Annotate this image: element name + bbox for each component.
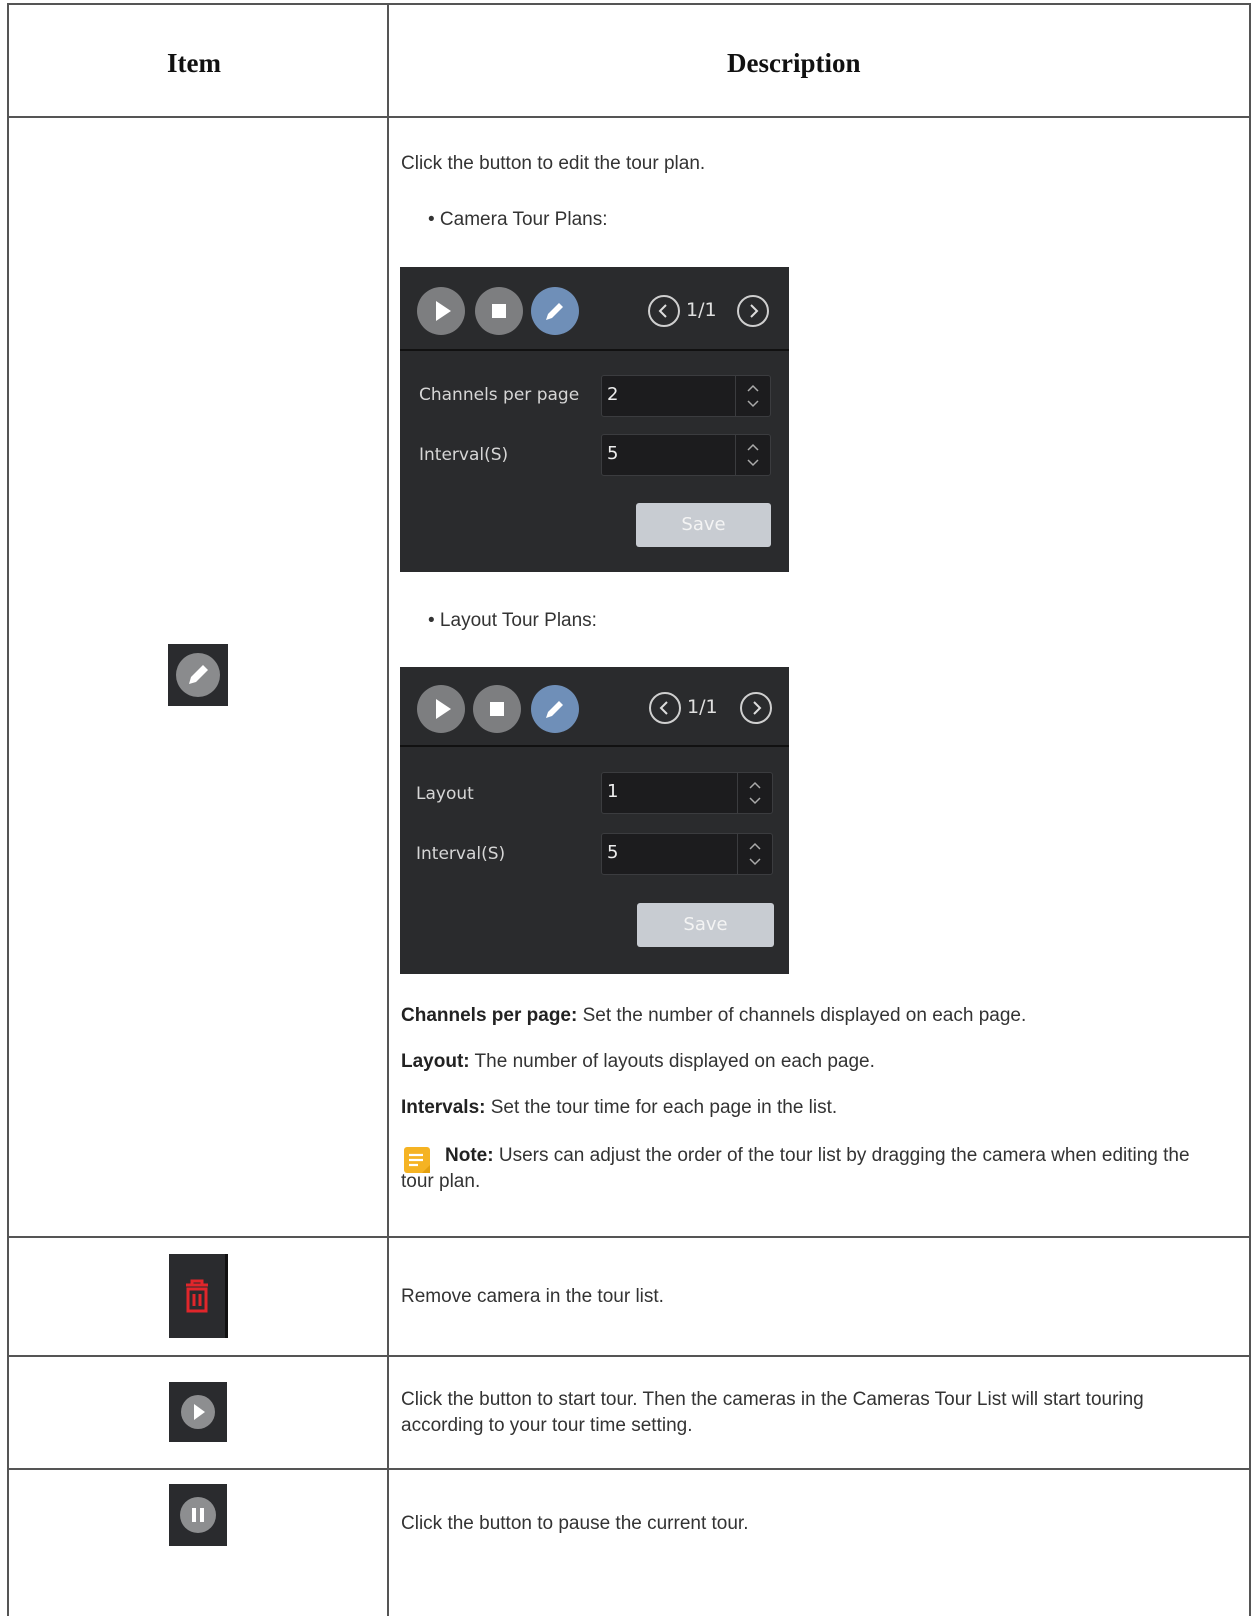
- definition-text: The number of layouts displayed on each …: [469, 1051, 875, 1072]
- header-description: Description: [727, 48, 861, 78]
- chevron-left-icon: [659, 701, 668, 715]
- row-pause-description: Click the button to pause the current to…: [401, 1513, 749, 1534]
- field-label: Layout: [416, 784, 474, 804]
- chevron-up-down-icon: [747, 443, 759, 467]
- edit-button[interactable]: [531, 287, 579, 335]
- row-divider: [7, 1468, 1251, 1470]
- page-indicator: 1/1: [686, 299, 717, 321]
- edit-pencil-icon: [176, 653, 220, 697]
- field-label: Interval(S): [416, 844, 506, 864]
- chevron-right-icon: [753, 701, 762, 715]
- stop-icon: [492, 304, 506, 318]
- header-divider: [7, 116, 1251, 118]
- page-indicator: 1/1: [687, 696, 718, 718]
- row-trash-description: Remove camera in the tour list.: [401, 1286, 664, 1307]
- panel-toolbar: 1/1: [400, 267, 789, 351]
- play-icon: [181, 1395, 215, 1429]
- camera-tour-plans-heading: • Camera Tour Plans:: [428, 209, 608, 230]
- field-label: Interval(S): [419, 445, 509, 465]
- definition-channels-per-page: Channels per page: Set the number of cha…: [401, 1003, 1026, 1029]
- row-play-description: Click the button to start tour. Then the…: [401, 1389, 1144, 1436]
- play-icon: [436, 301, 451, 321]
- pause-icon: [180, 1497, 216, 1533]
- stop-button[interactable]: [473, 685, 521, 733]
- chevron-left-icon: [658, 304, 667, 318]
- definition-term: Intervals:: [401, 1097, 486, 1118]
- next-page-button[interactable]: [740, 692, 772, 724]
- spin-stepper[interactable]: [735, 435, 770, 475]
- definition-term: Channels per page:: [401, 1005, 578, 1026]
- field-label: Channels per page: [419, 385, 580, 405]
- trash-icon: [186, 1279, 208, 1313]
- field-value: 5: [607, 443, 619, 464]
- play-icon-cell: [169, 1382, 227, 1442]
- layout-tour-plans-panel: 1/1 Layout 1 Interval(S) 5 Save: [400, 667, 789, 974]
- pencil-icon: [546, 701, 563, 718]
- play-button[interactable]: [417, 685, 465, 733]
- play-icon: [436, 699, 451, 719]
- row-edit-intro: Click the button to edit the tour plan.: [401, 153, 706, 174]
- definition-layout: Layout: The number of layouts displayed …: [401, 1049, 875, 1075]
- edit-button-icon-cell: [168, 644, 228, 706]
- chevron-up-down-icon: [749, 842, 761, 866]
- note-paragraph: Note: Users can adjust the order of the …: [401, 1143, 1191, 1195]
- prev-page-button[interactable]: [648, 295, 680, 327]
- panel-toolbar: 1/1: [400, 667, 789, 747]
- doc-table: Item Description Click the button to edi…: [0, 0, 1251, 1616]
- edit-button[interactable]: [531, 685, 579, 733]
- spin-stepper[interactable]: [737, 834, 772, 874]
- row-divider: [7, 1355, 1251, 1357]
- pencil-icon: [546, 303, 563, 320]
- save-button[interactable]: Save: [637, 903, 774, 947]
- stop-icon: [490, 702, 504, 716]
- interval-input[interactable]: 5: [601, 833, 773, 875]
- table-border-left: [7, 3, 9, 1616]
- header-item: Item: [167, 48, 221, 78]
- row-divider: [7, 1236, 1251, 1238]
- trash-icon-cell: [169, 1254, 228, 1338]
- spin-stepper[interactable]: [735, 376, 770, 416]
- pause-icon-cell: [169, 1484, 227, 1546]
- definition-term: Layout:: [401, 1051, 470, 1072]
- save-button[interactable]: Save: [636, 503, 771, 547]
- prev-page-button[interactable]: [649, 692, 681, 724]
- definition-text: Set the number of channels displayed on …: [577, 1005, 1027, 1026]
- chevron-right-icon: [750, 304, 759, 318]
- chevron-up-down-icon: [749, 781, 761, 805]
- spin-stepper[interactable]: [737, 773, 772, 813]
- table-border-top: [7, 3, 1251, 5]
- field-value: 2: [607, 384, 619, 405]
- next-page-button[interactable]: [737, 295, 769, 327]
- chevron-up-down-icon: [747, 384, 759, 408]
- interval-input[interactable]: 5: [601, 434, 771, 476]
- definition-text: Set the tour time for each page in the l…: [485, 1097, 838, 1118]
- table-column-divider: [387, 3, 389, 1616]
- field-value: 1: [607, 781, 619, 802]
- camera-tour-plans-panel: 1/1 Channels per page 2 Interval(S) 5 Sa…: [400, 267, 789, 572]
- layout-input[interactable]: 1: [601, 772, 773, 814]
- definition-intervals: Intervals: Set the tour time for each pa…: [401, 1095, 837, 1121]
- layout-tour-plans-heading: • Layout Tour Plans:: [428, 610, 597, 631]
- note-label: Note:: [445, 1145, 494, 1166]
- channels-per-page-input[interactable]: 2: [601, 375, 771, 417]
- note-text: Users can adjust the order of the tour l…: [401, 1145, 1190, 1192]
- stop-button[interactable]: [475, 287, 523, 335]
- field-value: 5: [607, 842, 619, 863]
- play-button[interactable]: [417, 287, 465, 335]
